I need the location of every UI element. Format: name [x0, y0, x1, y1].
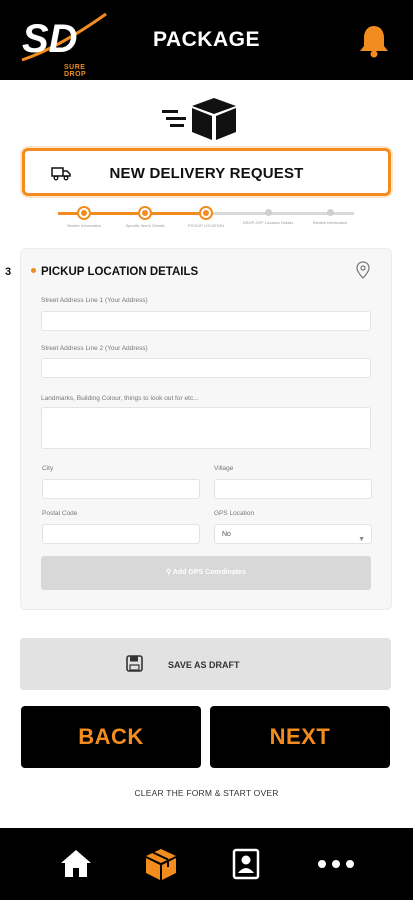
back-button[interactable]: BACK — [21, 706, 201, 768]
package-icon[interactable] — [143, 846, 179, 882]
step-dot — [77, 206, 91, 220]
gps-button-label: Add GPS Coordinates — [172, 569, 246, 576]
step-label: DROP-OFF Location Details — [242, 220, 294, 225]
progress-stepper: Sender Information Specific Item's Detai… — [56, 206, 356, 240]
step-dot — [264, 209, 272, 216]
bottom-navigation — [0, 828, 413, 900]
request-title: NEW DELIVERY REQUEST — [109, 165, 304, 182]
profile-icon[interactable] — [228, 846, 264, 882]
postal-code-label: Postal Code — [42, 510, 78, 517]
gps-location-select[interactable]: No ▼ — [214, 524, 372, 544]
new-delivery-request-banner: NEW DELIVERY REQUEST — [22, 148, 391, 196]
step-label: Sender Information — [66, 223, 102, 228]
street1-label: Street Address Line 1 (Your Address) — [41, 297, 148, 304]
postal-code-input[interactable] — [42, 524, 200, 544]
step-dot — [138, 206, 152, 220]
step-pickup-location[interactable]: PICKUP LOCATION — [176, 206, 236, 228]
street2-label: Street Address Line 2 (Your Address) — [41, 345, 148, 352]
clear-form-link[interactable]: CLEAR THE FORM & START OVER — [0, 788, 413, 798]
step-dropoff-location[interactable]: DROP-OFF Location Details — [238, 206, 298, 225]
step-label: PICKUP LOCATION — [187, 223, 225, 228]
landmarks-label: Landmarks, Building Colour, things to lo… — [41, 395, 199, 402]
pickup-location-card: PICKUP LOCATION DETAILS Street Address L… — [20, 248, 392, 610]
step-label: Review Information — [312, 220, 348, 225]
street1-input[interactable] — [41, 311, 371, 331]
chevron-down-icon: ▼ — [358, 536, 365, 543]
next-button[interactable]: NEXT — [210, 706, 390, 768]
save-disk-icon — [126, 655, 143, 672]
step-dot — [199, 206, 213, 220]
step-number: 3 — [5, 266, 12, 278]
step-sender-information[interactable]: Sender Information — [54, 206, 114, 228]
location-pin-icon[interactable] — [356, 261, 370, 279]
street2-input[interactable] — [41, 358, 371, 378]
card-title-text: PICKUP LOCATION DETAILS — [41, 266, 199, 278]
step-dot — [326, 209, 334, 216]
save-as-draft-label: SAVE AS DRAFT — [168, 660, 240, 670]
card-title: PICKUP LOCATION DETAILS — [31, 266, 198, 278]
step-review-information[interactable]: Review Information — [300, 206, 360, 225]
bell-icon[interactable] — [358, 24, 390, 58]
village-label: Village — [214, 465, 234, 472]
gps-location-value: No — [222, 531, 231, 538]
page-title: PACKAGE — [153, 28, 260, 51]
logo-subtext: SURE DROP — [64, 64, 87, 78]
village-input[interactable] — [214, 479, 372, 499]
home-icon[interactable] — [58, 846, 94, 882]
fast-package-icon — [160, 96, 240, 142]
save-as-draft-button[interactable]: SAVE AS DRAFT — [20, 638, 391, 690]
city-label: City — [42, 465, 54, 472]
city-input[interactable] — [42, 479, 200, 499]
gps-location-label: GPS Location — [214, 510, 255, 517]
landmarks-textarea[interactable] — [41, 407, 371, 449]
step-item-details[interactable]: Specific Item's Details — [115, 206, 175, 228]
pin-small-icon: ⚲ — [166, 569, 173, 576]
step-label: Specific Item's Details — [125, 223, 165, 228]
app-header: SD SURE DROP PACKAGE — [0, 0, 413, 80]
bullet-icon — [31, 268, 36, 274]
more-icon[interactable] — [316, 846, 356, 882]
add-gps-coordinates-button[interactable]: ⚲ Add GPS Coordinates — [41, 556, 371, 590]
